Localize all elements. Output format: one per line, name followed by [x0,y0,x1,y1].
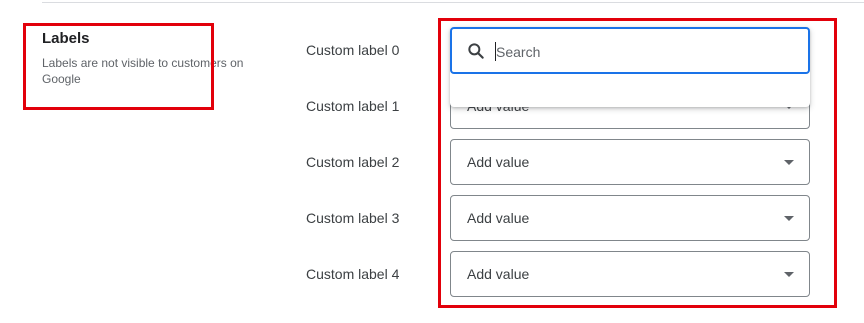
custom-label-3-value: Add value [467,210,530,226]
labels-section-title: Labels [42,30,90,47]
text-cursor [495,42,496,61]
search-input[interactable] [494,37,798,67]
dropdown-arrow-icon [784,272,794,277]
dropdown-search-box[interactable] [450,27,810,74]
custom-label-0-dropdown [450,27,810,107]
custom-label-3-select[interactable]: Add value [450,195,810,241]
custom-label-3-label: Custom label 3 [306,210,400,226]
custom-label-2-value: Add value [467,154,530,170]
dropdown-arrow-icon [784,160,794,165]
custom-label-2-label: Custom label 2 [306,154,400,170]
search-icon [468,43,484,59]
custom-label-1-label: Custom label 1 [306,98,400,114]
custom-label-2-select[interactable]: Add value [450,139,810,185]
custom-label-0-label: Custom label 0 [306,42,400,58]
custom-label-4-select[interactable]: Add value [450,251,810,297]
dropdown-arrow-icon [784,216,794,221]
custom-label-4-label: Custom label 4 [306,266,400,282]
top-divider [42,2,864,3]
labels-section-description: Labels are not visible to customers on G… [42,56,244,86]
custom-label-4-value: Add value [467,266,530,282]
